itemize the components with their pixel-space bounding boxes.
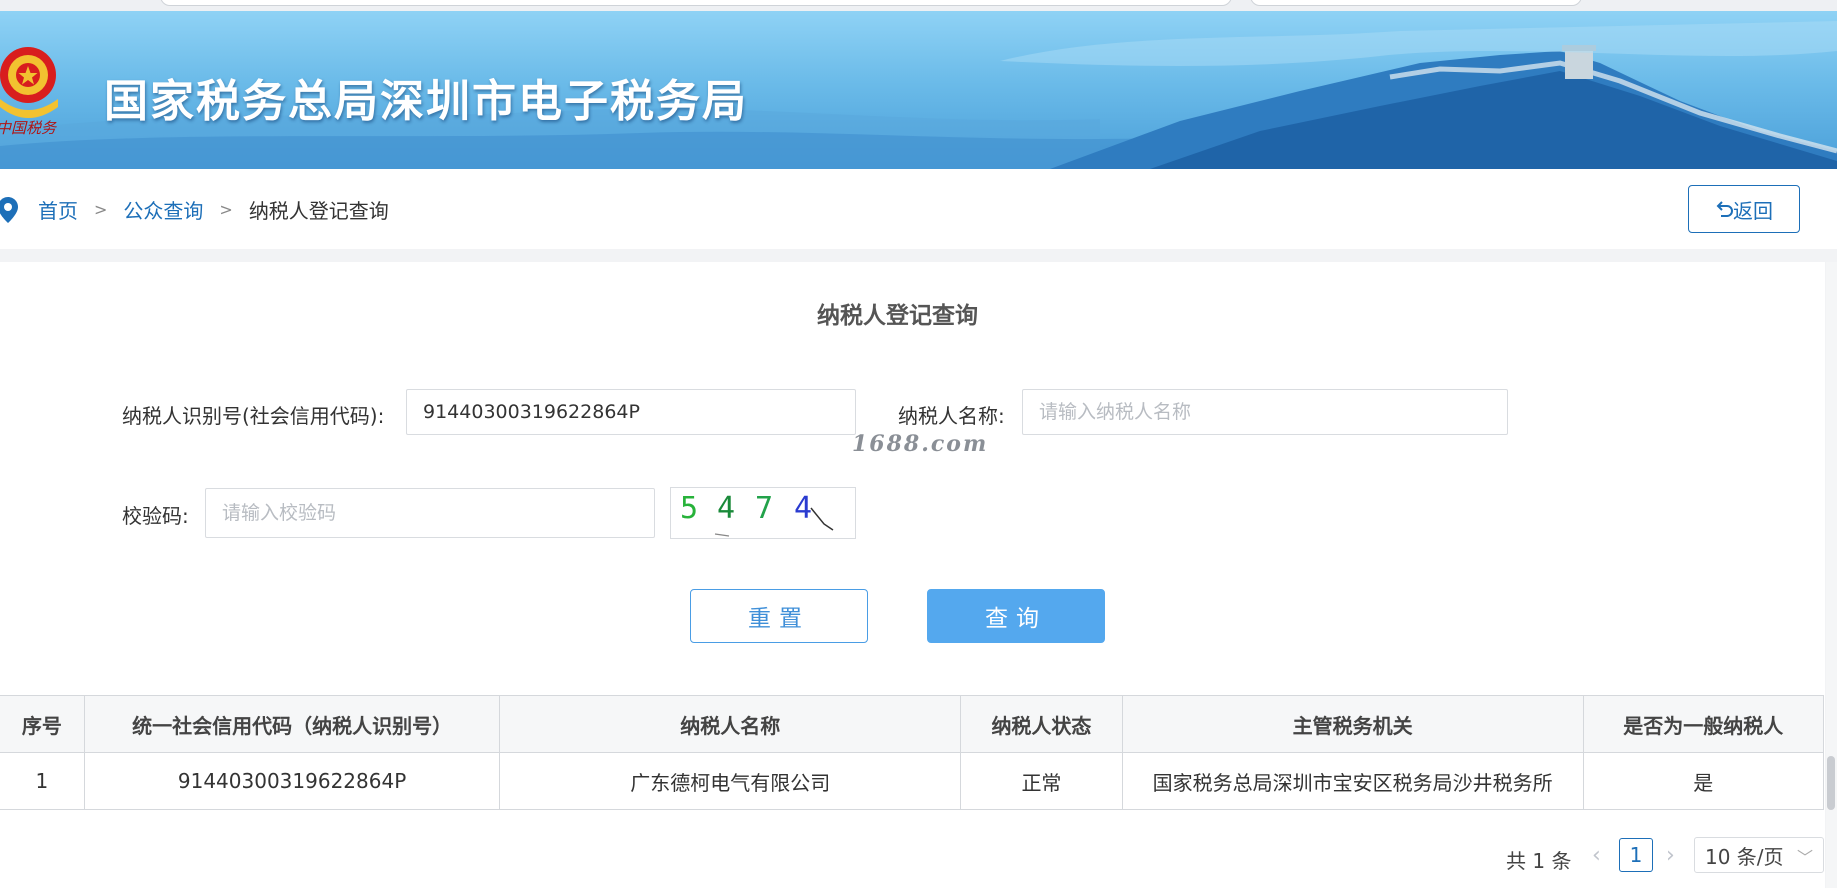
table-cell: 广东德柯电气有限公司 — [499, 752, 962, 810]
chevron-left-icon[interactable]: ‹ — [1592, 843, 1601, 868]
table-cell: 是 — [1582, 752, 1825, 810]
pagination-total: 共 1 条 — [1506, 849, 1572, 873]
captcha-digit: 7 — [755, 491, 773, 526]
query-panel: 纳税人登记查询 纳税人识别号(社会信用代码): 纳税人名称: 1688.com … — [0, 262, 1825, 888]
table-cell: 91440300319622864P — [83, 752, 501, 810]
vertical-scrollbar[interactable] — [1826, 262, 1837, 888]
result-table: 序号 统一社会信用代码（纳税人识别号） 纳税人名称 纳税人状态 主管税务机关 是… — [0, 695, 1825, 810]
captcha-digit: 4 — [794, 491, 812, 526]
breadcrumb: 首页 > 公众查询 > 纳税人登记查询 — [38, 195, 389, 224]
address-bar-edge — [160, 0, 1232, 6]
emblem-text: 中国税务 — [0, 119, 58, 137]
column-header: 序号 — [0, 695, 85, 753]
search-bar-edge — [1250, 0, 1582, 6]
breadcrumb-separator: > — [219, 200, 233, 219]
page-size-value: 10 条/页 — [1705, 844, 1784, 869]
captcha-image[interactable]: 5 4 7 4 — [670, 487, 856, 539]
page-size-select[interactable]: 10 条/页 ﹀ — [1694, 837, 1824, 873]
page-number-button[interactable]: 1 — [1619, 838, 1653, 872]
table-row: 1 91440300319622864P 广东德柯电气有限公司 正常 国家税务总… — [0, 752, 1825, 810]
column-header: 主管税务机关 — [1121, 695, 1584, 753]
table-cell: 国家税务总局深圳市宝安区税务局沙井税务所 — [1121, 752, 1584, 810]
taxpayer-id-label: 纳税人识别号(社会信用代码): — [122, 404, 385, 428]
taxpayer-name-label: 纳税人名称: — [898, 404, 1005, 428]
breadcrumb-public-query-link[interactable]: 公众查询 — [123, 195, 203, 224]
taxpayer-id-input[interactable] — [406, 389, 856, 435]
query-button[interactable]: 查询 — [927, 589, 1105, 643]
breadcrumb-home-link[interactable]: 首页 — [38, 195, 78, 224]
table-cell: 正常 — [960, 752, 1123, 810]
column-header: 是否为一般纳税人 — [1582, 695, 1825, 753]
captcha-glyphs: 5 4 7 4 — [680, 491, 834, 537]
location-pin-icon — [0, 197, 18, 223]
column-header: 统一社会信用代码（纳税人识别号） — [83, 695, 501, 753]
site-title: 国家税务总局深圳市电子税务局 — [104, 76, 748, 127]
pagination: 共 1 条 ‹ 1 › 10 条/页 ﹀ — [0, 837, 1825, 877]
chevron-right-icon[interactable]: › — [1666, 843, 1675, 868]
breadcrumb-current: 纳税人登记查询 — [248, 199, 389, 223]
captcha-label: 校验码: — [122, 504, 189, 528]
reset-button[interactable]: 重置 — [690, 589, 868, 643]
column-header: 纳税人状态 — [960, 695, 1123, 753]
breadcrumb-separator: > — [94, 200, 108, 219]
header-banner: 中国税务 国家税务总局深圳市电子税务局 — [0, 11, 1837, 169]
undo-arrow-icon — [1716, 201, 1733, 217]
browser-top-strip — [0, 0, 1837, 11]
back-button[interactable]: 返回 — [1688, 185, 1800, 233]
page-title: 纳税人登记查询 — [817, 303, 978, 329]
chevron-down-icon: ﹀ — [1796, 848, 1813, 867]
taxpayer-name-input[interactable] — [1022, 389, 1508, 435]
column-header: 纳税人名称 — [499, 695, 962, 753]
captcha-digit: 5 — [680, 491, 698, 526]
watermark-text: 1688.com — [852, 431, 989, 457]
captcha-input[interactable] — [205, 488, 655, 538]
breadcrumb-bar: 首页 > 公众查询 > 纳税人登记查询 返回 — [0, 169, 1837, 249]
captcha-digit: 4 — [717, 491, 735, 526]
scrollbar-thumb[interactable] — [1827, 756, 1835, 810]
back-button-label: 返回 — [1733, 198, 1773, 223]
tax-emblem-icon: 中国税务 — [0, 47, 58, 137]
table-header-row: 序号 统一社会信用代码（纳税人识别号） 纳税人名称 纳税人状态 主管税务机关 是… — [0, 695, 1825, 753]
table-cell: 1 — [0, 752, 85, 810]
